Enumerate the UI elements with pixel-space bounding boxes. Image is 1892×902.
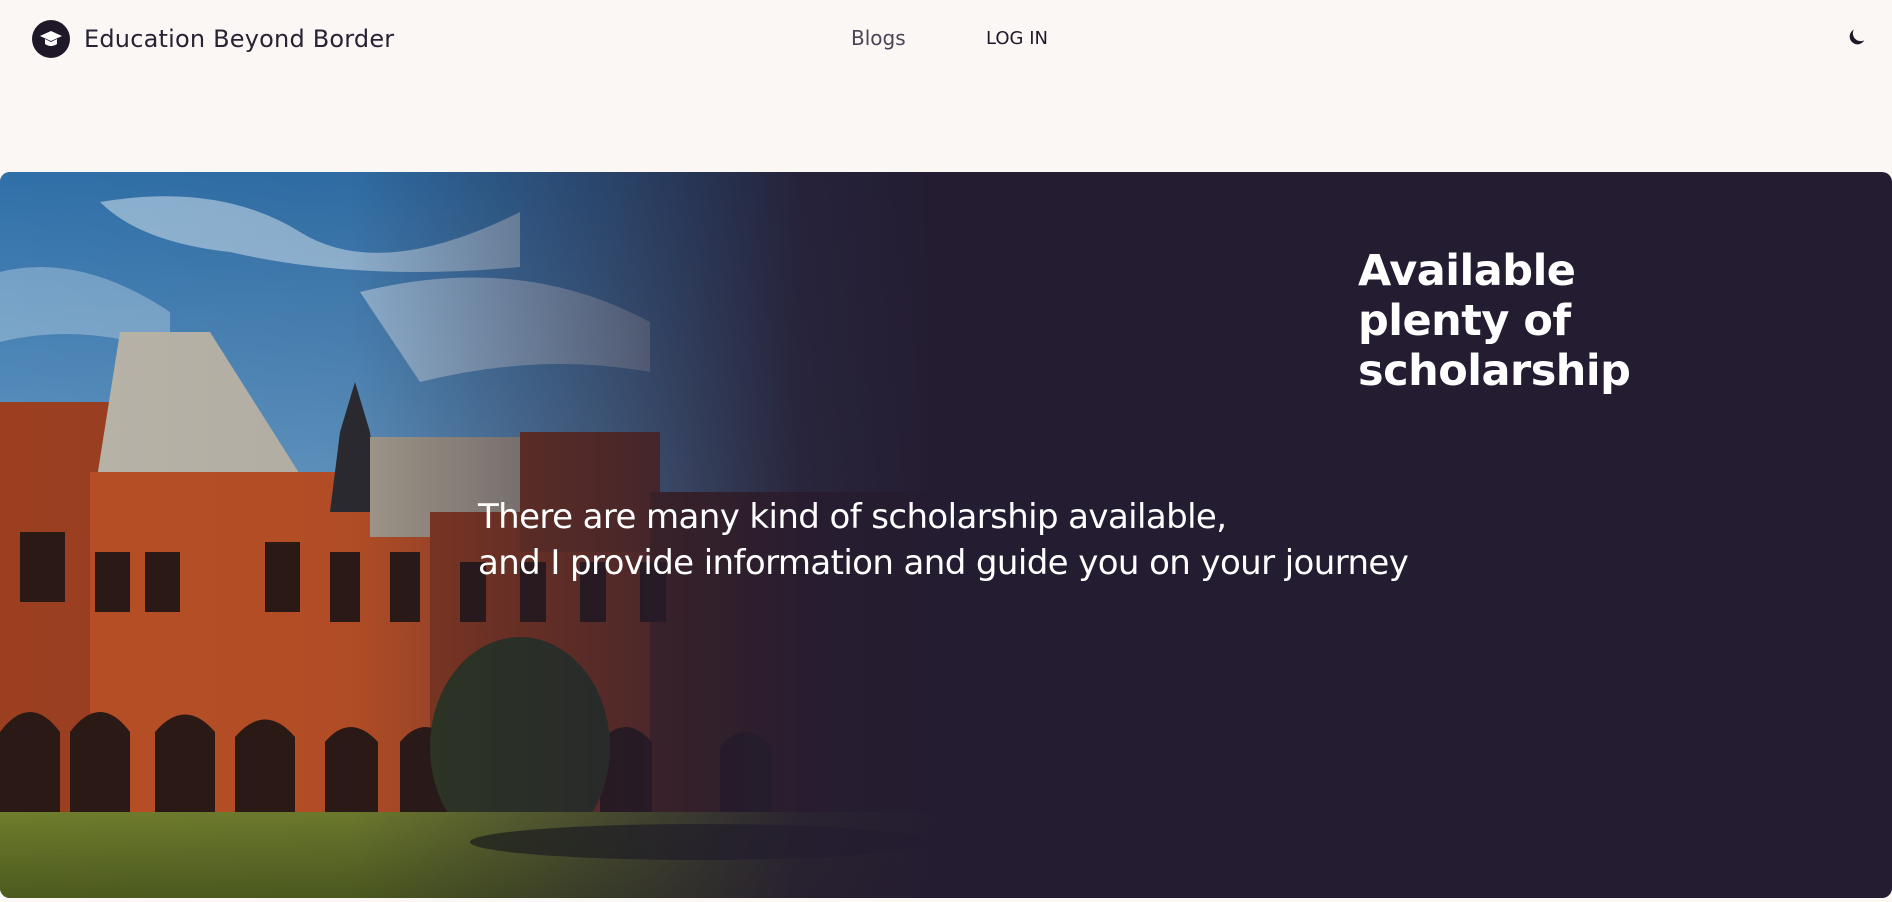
hero-banner: Available plenty of scholarship There ar… bbox=[0, 172, 1892, 898]
hero-title: Available plenty of scholarship bbox=[1358, 246, 1631, 396]
moon-icon[interactable] bbox=[1844, 24, 1870, 50]
hero-description-line-2: and I provide information and guide you … bbox=[478, 543, 1409, 583]
hero-description: There are many kind of scholarship avail… bbox=[478, 494, 1478, 586]
brand-name[interactable]: Education Beyond Border bbox=[84, 22, 394, 56]
nav-link-blogs[interactable]: Blogs bbox=[851, 24, 906, 52]
hero-description-line-1: There are many kind of scholarship avail… bbox=[478, 497, 1227, 537]
graduation-cap-icon[interactable] bbox=[32, 20, 70, 58]
login-button[interactable]: LOG IN bbox=[986, 25, 1048, 53]
navbar: Education Beyond Border Blogs LOG IN bbox=[0, 0, 1892, 78]
